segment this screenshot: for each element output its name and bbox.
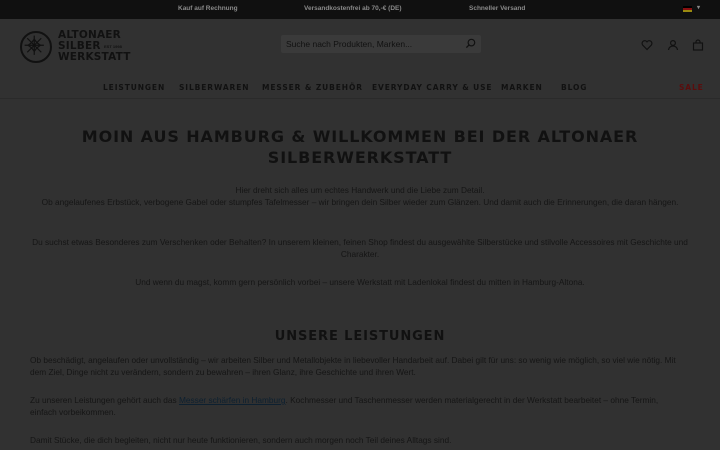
intro-paragraph: Und wenn du magst, komm gern persönlich … — [135, 277, 585, 287]
logo-icon[interactable] — [20, 31, 52, 63]
logo-line: WERKSTATT — [58, 51, 131, 63]
nav-item-leistungen[interactable]: LEISTUNGEN — [103, 83, 165, 92]
search-placeholder: Suche nach Produkten, Marken... — [286, 39, 413, 49]
chevron-down-icon[interactable]: ▾ — [697, 4, 700, 11]
services-text: Zu unseren Leistungen gehört auch das — [30, 395, 179, 405]
top-info-bar: Kauf auf Rechnung Versandkostenfrei ab 7… — [0, 0, 720, 19]
nav-item-blog[interactable]: BLOG — [561, 83, 587, 92]
cart-icon[interactable] — [692, 39, 704, 51]
intro-paragraph: Hier dreht sich alles um echtes Handwerk… — [235, 185, 485, 195]
services-paragraph: Damit Stücke, die dich begleiten, nicht … — [30, 435, 452, 445]
search-icon[interactable] — [465, 38, 476, 49]
knife-sharpening-link[interactable]: Messer schärfen in Hamburg — [179, 395, 286, 405]
flag-de-icon[interactable] — [683, 6, 692, 12]
nav-item-silberwaren[interactable]: SILBERWAREN — [179, 83, 249, 92]
usp-free-shipping: Versandkostenfrei ab 70,-€ (DE) — [304, 5, 402, 12]
services-paragraph: Ob beschädigt, angelaufen oder unvollstä… — [30, 355, 676, 377]
nav-item-everyday-carry[interactable]: EVERYDAY CARRY & USE — [372, 83, 492, 92]
heart-icon[interactable] — [641, 39, 653, 51]
nav-item-sale[interactable]: SALE — [679, 83, 704, 92]
services-heading: UNSERE LEISTUNGEN — [274, 329, 446, 344]
logo-est: EST 1998 — [104, 44, 122, 49]
usp-fast-shipping: Schneller Versand — [469, 5, 526, 12]
header: ALTONAER SILBER WERKSTATT EST 1998 Suche… — [0, 19, 720, 77]
intro-paragraph: Du suchst etwas Besonderes zum Verschenk… — [32, 237, 688, 259]
page-title: MOIN AUS HAMBURG & WILLKOMMEN BEI DER AL… — [81, 127, 639, 167]
nav-item-marken[interactable]: MARKEN — [501, 83, 543, 92]
user-icon[interactable] — [667, 39, 679, 51]
search-input[interactable]: Suche nach Produkten, Marken... — [281, 35, 481, 53]
services-paragraph: Zu unseren Leistungen gehört auch das Me… — [30, 394, 686, 418]
main-navigation: LEISTUNGEN SILBERWAREN MESSER & ZUBEHÖR … — [0, 77, 720, 99]
intro-paragraph: Ob angelaufenes Erbstück, verbogene Gabe… — [41, 197, 679, 207]
nav-item-messer-zubehoer[interactable]: MESSER & ZUBEHÖR — [262, 83, 363, 92]
usp-invoice: Kauf auf Rechnung — [178, 5, 238, 12]
